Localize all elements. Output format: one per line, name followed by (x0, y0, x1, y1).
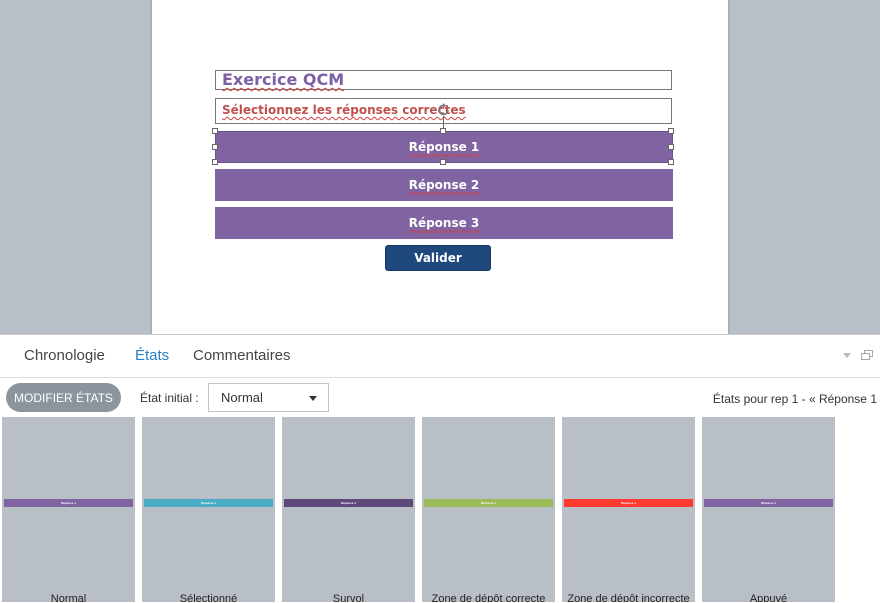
state-name: Normal (50, 593, 87, 602)
state-thumbnail-pressed[interactable]: Réponse 1 Appuyé (702, 417, 835, 602)
validate-button[interactable]: Valider (385, 245, 491, 271)
state-thumbnail-normal[interactable]: Réponse 1 Normal (2, 417, 135, 602)
resize-handle-e[interactable] (668, 144, 674, 150)
restore-panel-icon[interactable] (861, 350, 873, 360)
state-name: Appuyé (749, 593, 788, 602)
initial-state-value: Normal (221, 390, 263, 405)
title-textbox[interactable]: Exercice QCM (215, 70, 672, 90)
answer-label-2: Réponse 2 (408, 178, 480, 192)
answer-label-3: Réponse 3 (408, 216, 480, 230)
state-name: Zone de dépôt incorrecte (567, 593, 690, 602)
tab-commentaires[interactable]: Commentaires (193, 347, 291, 364)
dropdown-arrow-icon[interactable] (843, 353, 851, 358)
state-name: Zone de dépôt correcte (431, 593, 546, 602)
resize-handle-ne[interactable] (668, 128, 674, 134)
state-name: Survol (332, 593, 365, 602)
tab-chronologie[interactable]: Chronologie (24, 347, 105, 364)
state-bar: Réponse 1 (284, 499, 413, 507)
title-text: Exercice QCM (222, 70, 345, 89)
state-thumbnail-drop-incorrect[interactable]: Réponse 1 Zone de dépôt incorrecte (562, 417, 695, 602)
slide-shadow-right (728, 0, 730, 334)
initial-state-label: État initial : (140, 391, 199, 405)
states-toolbar: MODIFIER ÉTATS État initial : Normal Éta… (0, 377, 880, 419)
state-bar: Réponse 1 (704, 499, 833, 507)
subtitle-text: Sélectionnez les réponses correctes (222, 103, 466, 117)
resize-handle-sw[interactable] (212, 159, 218, 165)
state-bar: Réponse 1 (564, 499, 693, 507)
answer-button-2[interactable]: Réponse 2 (215, 169, 673, 201)
slide[interactable] (152, 0, 728, 334)
panel-tabs: Chronologie États Commentaires (0, 335, 880, 378)
initial-state-select[interactable]: Normal (208, 383, 329, 412)
state-thumbnail-drop-correct[interactable]: Réponse 1 Zone de dépôt correcte (422, 417, 555, 602)
resize-handle-n[interactable] (440, 128, 446, 134)
canvas-area: Exercice QCM Sélectionnez les réponses c… (0, 0, 880, 334)
tab-etats[interactable]: États (135, 347, 169, 364)
answer-button-3[interactable]: Réponse 3 (215, 207, 673, 239)
chevron-down-icon (309, 396, 317, 401)
state-thumbnail-hover[interactable]: Réponse 1 Survol (282, 417, 415, 602)
resize-handle-s[interactable] (440, 159, 446, 165)
state-name: Sélectionné (179, 593, 238, 602)
resize-handle-w[interactable] (212, 144, 218, 150)
resize-handle-nw[interactable] (212, 128, 218, 134)
rotate-handle-icon[interactable] (437, 103, 451, 117)
state-bar: Réponse 1 (144, 499, 273, 507)
states-for-label: États pour rep 1 - « Réponse 1 (712, 392, 877, 406)
answer-label-1: Réponse 1 (408, 140, 480, 154)
state-bar: Réponse 1 (424, 499, 553, 507)
state-bar: Réponse 1 (4, 499, 133, 507)
modify-states-button[interactable]: MODIFIER ÉTATS (6, 383, 121, 412)
resize-handle-se[interactable] (668, 159, 674, 165)
state-thumbnail-selected[interactable]: Réponse 1 Sélectionné (142, 417, 275, 602)
